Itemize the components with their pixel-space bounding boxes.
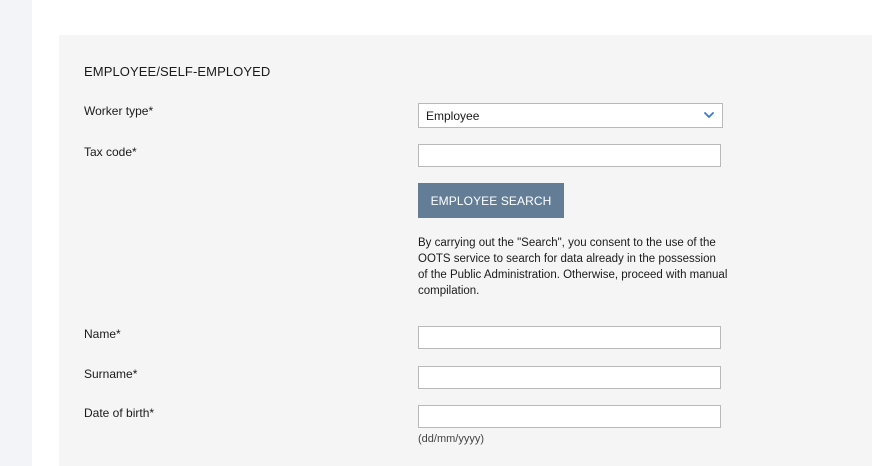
date-of-birth-label: Date of birth*: [84, 406, 155, 420]
section-title: EMPLOYEE/SELF-EMPLOYED: [84, 64, 271, 79]
employee-search-button[interactable]: EMPLOYEE SEARCH: [418, 183, 564, 218]
tax-code-label: Tax code*: [84, 145, 137, 159]
name-label: Name*: [84, 327, 121, 341]
surname-label: Surname*: [84, 367, 138, 381]
left-sidebar-strip: [0, 0, 32, 466]
worker-type-label: Worker type*: [84, 104, 154, 118]
worker-type-select[interactable]: Employee: [418, 103, 723, 128]
date-format-hint: (dd/mm/yyyy): [418, 433, 484, 445]
worker-type-selected-value: Employee: [426, 109, 480, 123]
date-of-birth-input[interactable]: [418, 405, 721, 428]
search-consent-notice: By carrying out the "Search", you consen…: [418, 237, 728, 297]
name-input[interactable]: [418, 326, 721, 349]
tax-code-input[interactable]: [418, 144, 721, 167]
chevron-down-icon: [704, 112, 714, 118]
surname-input[interactable]: [418, 366, 721, 389]
